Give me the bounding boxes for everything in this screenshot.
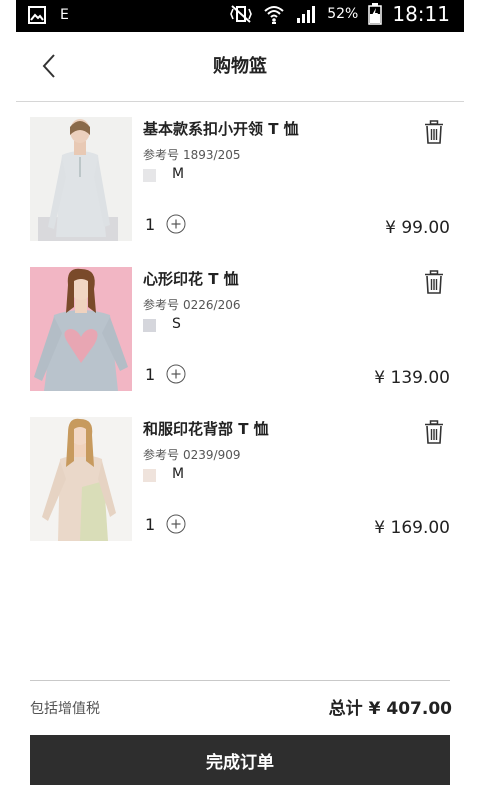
color-swatch <box>143 319 156 332</box>
gallery-icon <box>28 6 46 24</box>
wifi-icon <box>263 3 285 25</box>
product-image[interactable] <box>30 267 132 391</box>
item-name[interactable]: 基本款系扣小开领 T 恤 <box>143 118 299 139</box>
ref-label: 参考号 <box>143 298 180 312</box>
footer-divider <box>30 680 450 681</box>
delete-item-button[interactable] <box>424 420 444 444</box>
trash-icon <box>425 120 443 144</box>
plus-circle-icon <box>166 364 186 384</box>
item-reference: 参考号 0239/909 <box>143 446 241 463</box>
product-image[interactable] <box>30 117 132 241</box>
tax-note: 包括增值税 <box>30 701 100 717</box>
cart-item: 心形印花 T 恤 参考号 0226/206 S 1 ¥ 139.00 <box>30 267 460 393</box>
cart-item: 和服印花背部 T 恤 参考号 0239/909 M 1 ¥ 169.00 <box>30 417 460 543</box>
plus-circle-icon <box>166 514 186 534</box>
increase-quantity-button[interactable] <box>166 514 186 534</box>
page-title: 购物篮 <box>213 56 267 77</box>
cart-item: 基本款系扣小开领 T 恤 参考号 1893/205 M 1 ¥ 99.00 <box>30 117 460 243</box>
ref-number: 0226/206 <box>183 298 241 312</box>
vibrate-mute-icon <box>229 4 253 24</box>
trash-icon <box>425 420 443 444</box>
total-value: ¥ 407.00 <box>368 699 452 719</box>
size-label: S <box>172 316 181 332</box>
item-reference: 参考号 0226/206 <box>143 296 241 313</box>
size-label: M <box>172 466 185 482</box>
delete-item-button[interactable] <box>424 120 444 144</box>
item-price: ¥ 169.00 <box>374 518 450 538</box>
ref-label: 参考号 <box>143 448 180 462</box>
clock: 18:11 <box>392 2 450 26</box>
color-swatch <box>143 469 156 482</box>
battery-charging-icon <box>368 3 383 25</box>
trash-icon <box>425 270 443 294</box>
signal-icon <box>295 4 317 24</box>
battery-percent: 52% <box>327 6 359 22</box>
item-name[interactable]: 心形印花 T 恤 <box>143 268 239 289</box>
quantity-value: 1 <box>145 215 156 234</box>
item-price: ¥ 99.00 <box>385 218 450 238</box>
color-swatch <box>143 169 156 182</box>
ref-number: 1893/205 <box>183 148 241 162</box>
quantity-value: 1 <box>145 515 156 534</box>
e-icon: E <box>60 7 69 23</box>
total-label: 总计 <box>328 699 363 719</box>
quantity-value: 1 <box>145 365 156 384</box>
header: 购物篮 <box>16 32 464 102</box>
ref-label: 参考号 <box>143 148 180 162</box>
increase-quantity-button[interactable] <box>166 364 186 384</box>
size-label: M <box>172 166 185 182</box>
header-divider <box>16 101 464 102</box>
product-image[interactable] <box>30 417 132 541</box>
plus-circle-icon <box>166 214 186 234</box>
item-reference: 参考号 1893/205 <box>143 146 241 163</box>
complete-order-button[interactable]: 完成订单 <box>30 735 450 785</box>
increase-quantity-button[interactable] <box>166 214 186 234</box>
delete-item-button[interactable] <box>424 270 444 294</box>
ref-number: 0239/909 <box>183 448 241 462</box>
item-price: ¥ 139.00 <box>374 368 450 388</box>
item-name[interactable]: 和服印花背部 T 恤 <box>143 418 269 439</box>
order-total: 总计 ¥ 407.00 <box>329 694 452 719</box>
status-bar: E 52% 18:11 <box>16 0 464 32</box>
